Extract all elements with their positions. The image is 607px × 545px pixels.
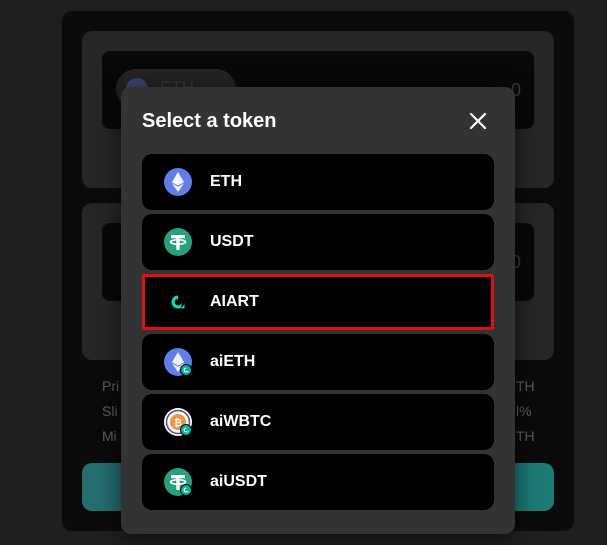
token-symbol: USDT [210,233,254,250]
price-value: TH [516,378,535,394]
token-row-aiart[interactable]: AIART [142,274,494,330]
slippage-value: l% [516,403,532,419]
minimum-label: Mi [102,428,117,444]
aieth-icon [164,348,192,376]
app-stage: ETH 0 0 Pri Sli Mi TH l% TH Select a tok… [0,0,607,545]
token-list: ETH USDT AIART aiETH ₿ aiWBTC aiUSDT [142,154,494,514]
token-row-aiusdt[interactable]: aiUSDT [142,454,494,510]
token-symbol: aiUSDT [210,473,267,490]
token-row-usdt[interactable]: USDT [142,214,494,270]
close-button[interactable] [464,107,492,135]
aiart-icon [164,288,192,316]
close-icon [469,112,487,130]
usdt-icon [164,228,192,256]
price-label: Pri [102,378,120,394]
token-row-aiwbtc[interactable]: ₿ aiWBTC [142,394,494,450]
select-token-modal: Select a token ETH USDT AIART aiETH ₿ ai… [121,87,515,534]
token-symbol: ETH [210,173,242,190]
slippage-label: Sli [102,403,118,419]
aiwbtc-icon: ₿ [164,408,192,436]
eth-icon [164,168,192,196]
token-row-eth[interactable]: ETH [142,154,494,210]
token-symbol: aiWBTC [210,413,272,430]
minimum-value: TH [516,428,535,444]
aiusdt-icon [164,468,192,496]
token-symbol: AIART [210,293,259,310]
token-row-aieth[interactable]: aiETH [142,334,494,390]
modal-title: Select a token [142,110,277,132]
token-symbol: aiETH [210,353,256,370]
